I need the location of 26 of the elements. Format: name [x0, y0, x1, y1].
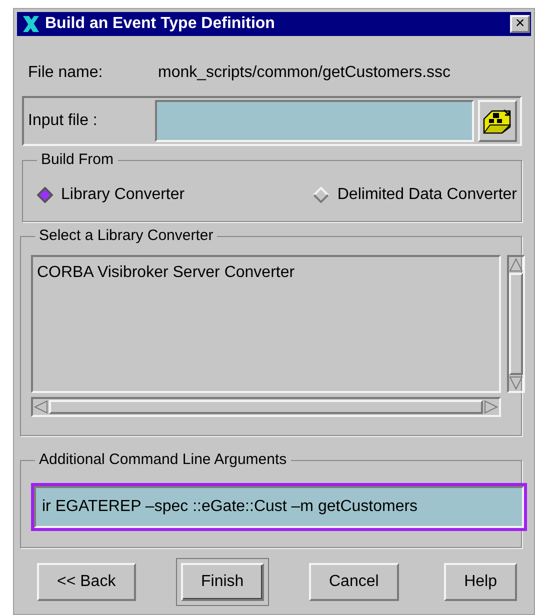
- up-arrow-icon[interactable]: [509, 257, 523, 273]
- scrollbar-thumb[interactable]: [509, 273, 523, 375]
- right-arrow-icon[interactable]: [483, 400, 499, 414]
- group-title: Additional Command Line Arguments: [35, 451, 291, 469]
- left-arrow-icon[interactable]: [33, 400, 49, 414]
- horizontal-scrollbar[interactable]: [31, 397, 501, 417]
- scrollbar-thumb[interactable]: [49, 400, 483, 414]
- file-name-label: File name:: [28, 63, 104, 83]
- dialog-button[interactable]: Cancel: [308, 563, 399, 601]
- dialog-button[interactable]: Help: [444, 563, 517, 601]
- radio-label[interactable]: Delimited Data Converter: [337, 183, 517, 207]
- close-button[interactable]: ×: [510, 15, 530, 33]
- radio-diamond-icon[interactable]: [37, 187, 53, 203]
- down-arrow-icon[interactable]: [509, 375, 523, 391]
- vertical-scrollbar[interactable]: [507, 255, 525, 393]
- input-file-label: Input file :: [28, 111, 98, 131]
- radio-label[interactable]: Library Converter: [61, 183, 185, 207]
- list-item[interactable]: CORBA Visibroker Server Converter: [37, 261, 495, 285]
- input-file-field[interactable]: [155, 100, 474, 142]
- dialog-button[interactable]: << Back: [37, 563, 136, 601]
- browse-button[interactable]: [478, 100, 518, 142]
- window-title: Build an Event Type Definition: [45, 14, 275, 34]
- file-name-value: monk_scripts/common/getCustomers.ssc: [158, 63, 451, 83]
- x-logo-icon: [21, 14, 41, 34]
- group-title: Select a Library Converter: [35, 227, 218, 245]
- folder-icon: [482, 107, 512, 135]
